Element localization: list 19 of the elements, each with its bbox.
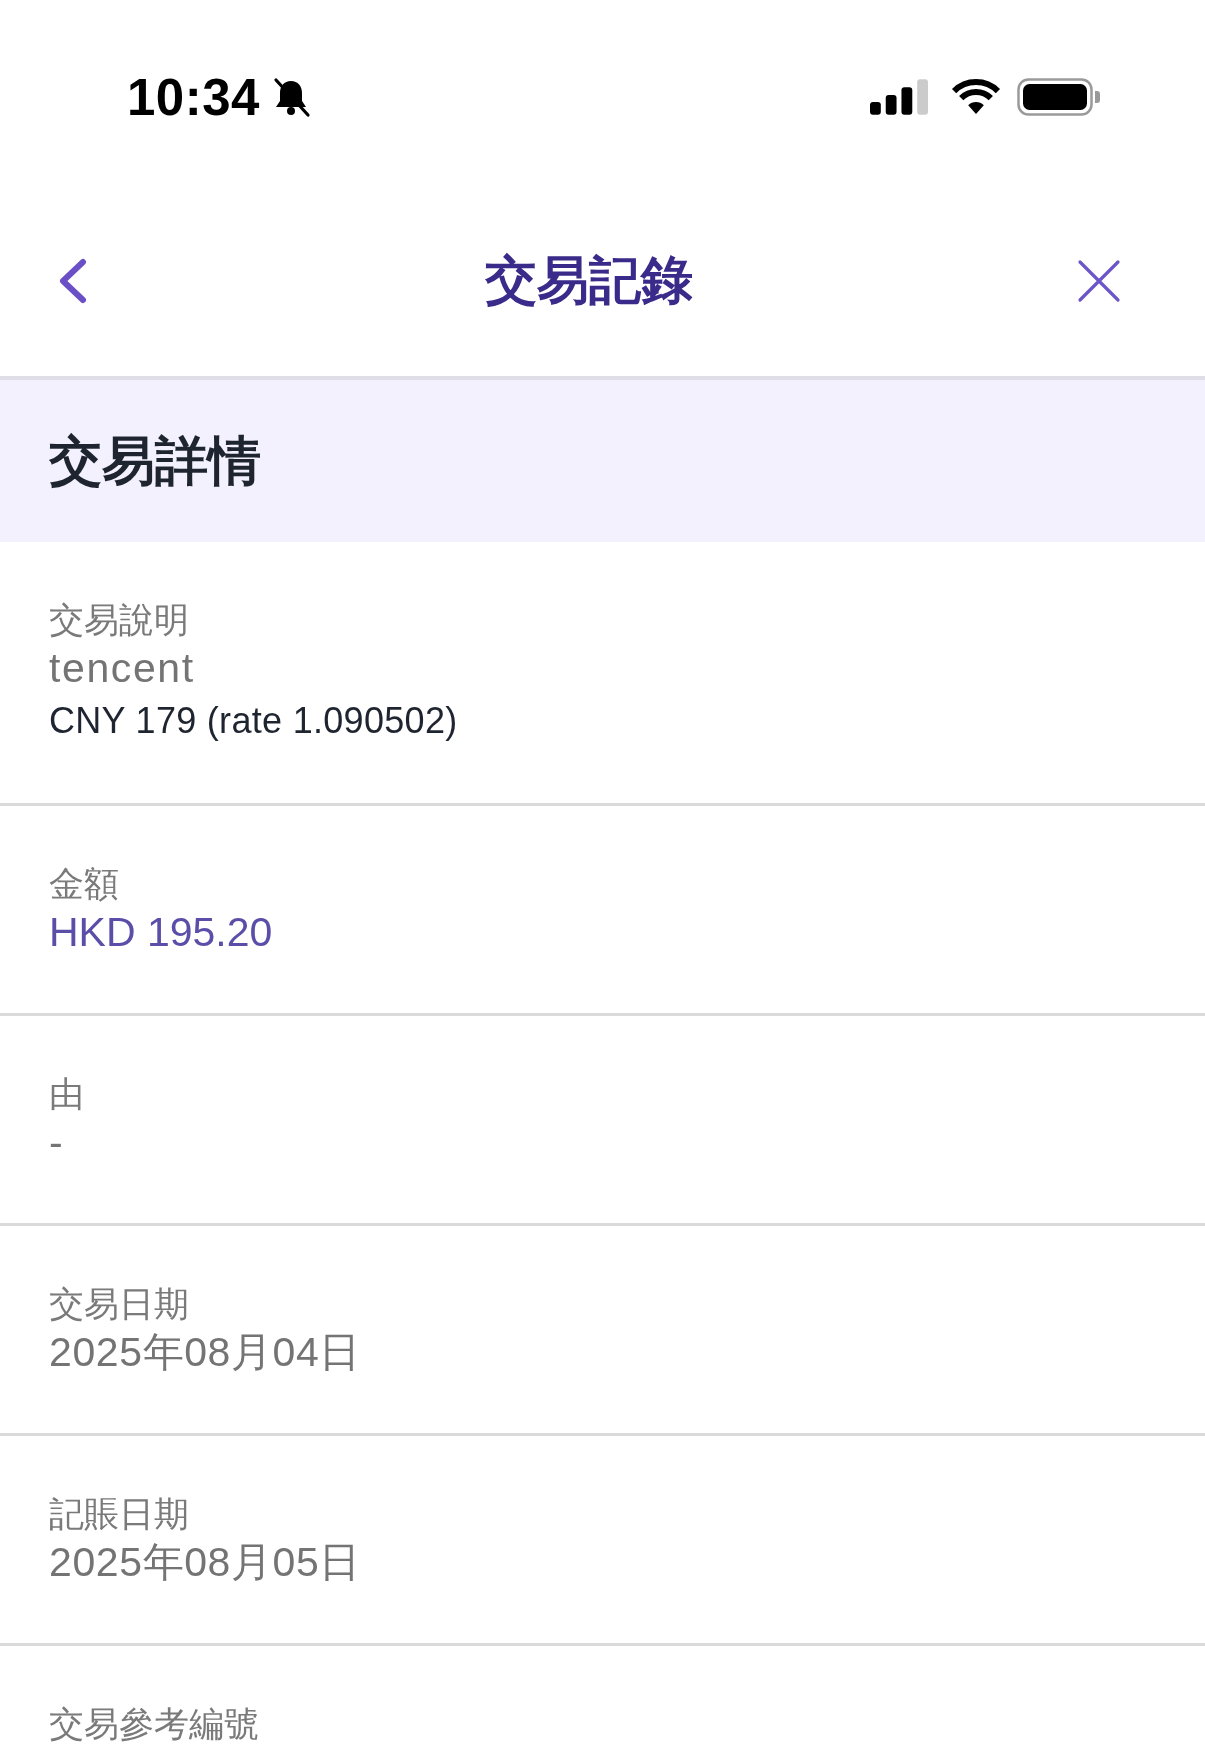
field-label: 交易參考編號 bbox=[49, 1703, 259, 1745]
close-icon bbox=[1077, 259, 1121, 303]
field-value: 2025年08月04日 bbox=[49, 1328, 362, 1377]
field-value: tencent bbox=[49, 644, 195, 693]
signal-icon bbox=[870, 79, 929, 115]
field-label: 交易日期 bbox=[49, 1283, 189, 1325]
page-title: 交易記錄 bbox=[484, 251, 693, 311]
conversion-note: CNY 179 (rate 1.090502) bbox=[49, 699, 458, 743]
field-value: 2025年08月05日 bbox=[49, 1538, 362, 1587]
field-label: 記賬日期 bbox=[49, 1493, 189, 1535]
field-label: 交易說明 bbox=[49, 599, 189, 641]
section-heading: 交易詳情 bbox=[49, 430, 261, 493]
field-label: 由 bbox=[49, 1073, 84, 1115]
battery-icon bbox=[1017, 78, 1101, 116]
field-label: 金額 bbox=[49, 863, 119, 905]
field-value: - bbox=[49, 1118, 64, 1167]
status-time: 10:34 bbox=[127, 71, 260, 123]
wifi-icon bbox=[951, 78, 1001, 116]
amount-value: HKD 195.20 bbox=[49, 908, 273, 957]
